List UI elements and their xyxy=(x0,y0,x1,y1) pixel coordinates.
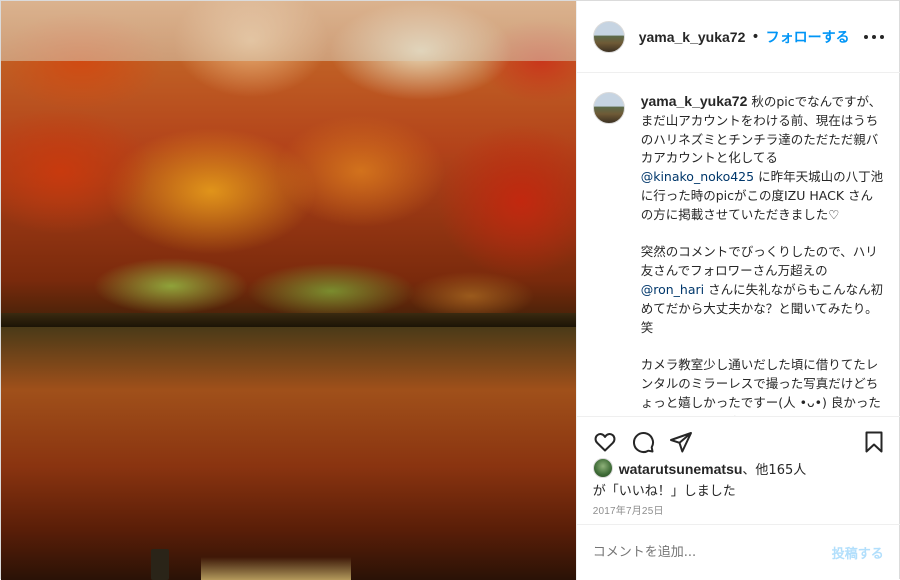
mention-link[interactable]: @ron_hari xyxy=(641,282,704,297)
wooden-post xyxy=(151,549,169,580)
more-options-icon[interactable] xyxy=(863,27,884,47)
comment-icon[interactable] xyxy=(631,430,655,454)
separator-dot: • xyxy=(751,28,760,45)
caption-area: yama_k_yuka72 秋のpicでなんですが、まだ山アカウントをわける前、… xyxy=(577,74,900,416)
likes-suffix: が「いいね！」しました xyxy=(592,484,736,499)
bookmark-icon[interactable] xyxy=(862,430,886,454)
likes-summary: watarutsunematsu、他165人 が「いいね！」しました xyxy=(592,458,893,499)
liker-avatar[interactable] xyxy=(592,458,613,478)
comment-bar: 投稿する xyxy=(576,524,900,580)
post-photo[interactable] xyxy=(1,1,576,580)
caption-text-2a: 突然のコメントでびっくりしたので、ハリ友さんでフォロワーさん万超えの xyxy=(640,244,878,279)
post-side-panel: yama_k_yuka72 • フォローする yama_k_yuka72 秋のp… xyxy=(575,1,900,580)
caption-text-3: カメラ教室少し通いだした頃に借りてたレンタルのミラーレスで撮った写真だけどちょっ… xyxy=(640,357,881,416)
instagram-post: yama_k_yuka72 • フォローする yama_k_yuka72 秋のp… xyxy=(0,0,900,580)
sky xyxy=(1,1,576,61)
header-username[interactable]: yama_k_yuka72 xyxy=(639,29,746,45)
comment-input[interactable] xyxy=(592,545,832,560)
post-header: yama_k_yuka72 • フォローする xyxy=(576,1,900,73)
caption-text: yama_k_yuka72 秋のpicでなんですが、まだ山アカウントをわける前、… xyxy=(641,92,884,416)
heart-icon[interactable] xyxy=(593,430,617,454)
mention-link[interactable]: @kinako_noko425 xyxy=(641,169,754,184)
caption-avatar[interactable] xyxy=(592,92,625,124)
likes-count[interactable]: 、他165人 xyxy=(742,463,806,478)
follow-button[interactable]: フォローする xyxy=(766,27,850,47)
avatar[interactable] xyxy=(592,20,625,53)
liker-username[interactable]: watarutsunematsu xyxy=(619,461,743,477)
caption-username[interactable]: yama_k_yuka72 xyxy=(641,93,748,109)
post-date[interactable]: 2017年7月25日 xyxy=(593,502,664,517)
lake-reflection xyxy=(1,327,576,580)
paper-plane-icon[interactable] xyxy=(669,430,693,454)
shoreline xyxy=(1,313,576,327)
post-comment-button[interactable]: 投稿する xyxy=(832,543,884,562)
foreground-grass xyxy=(201,557,351,580)
